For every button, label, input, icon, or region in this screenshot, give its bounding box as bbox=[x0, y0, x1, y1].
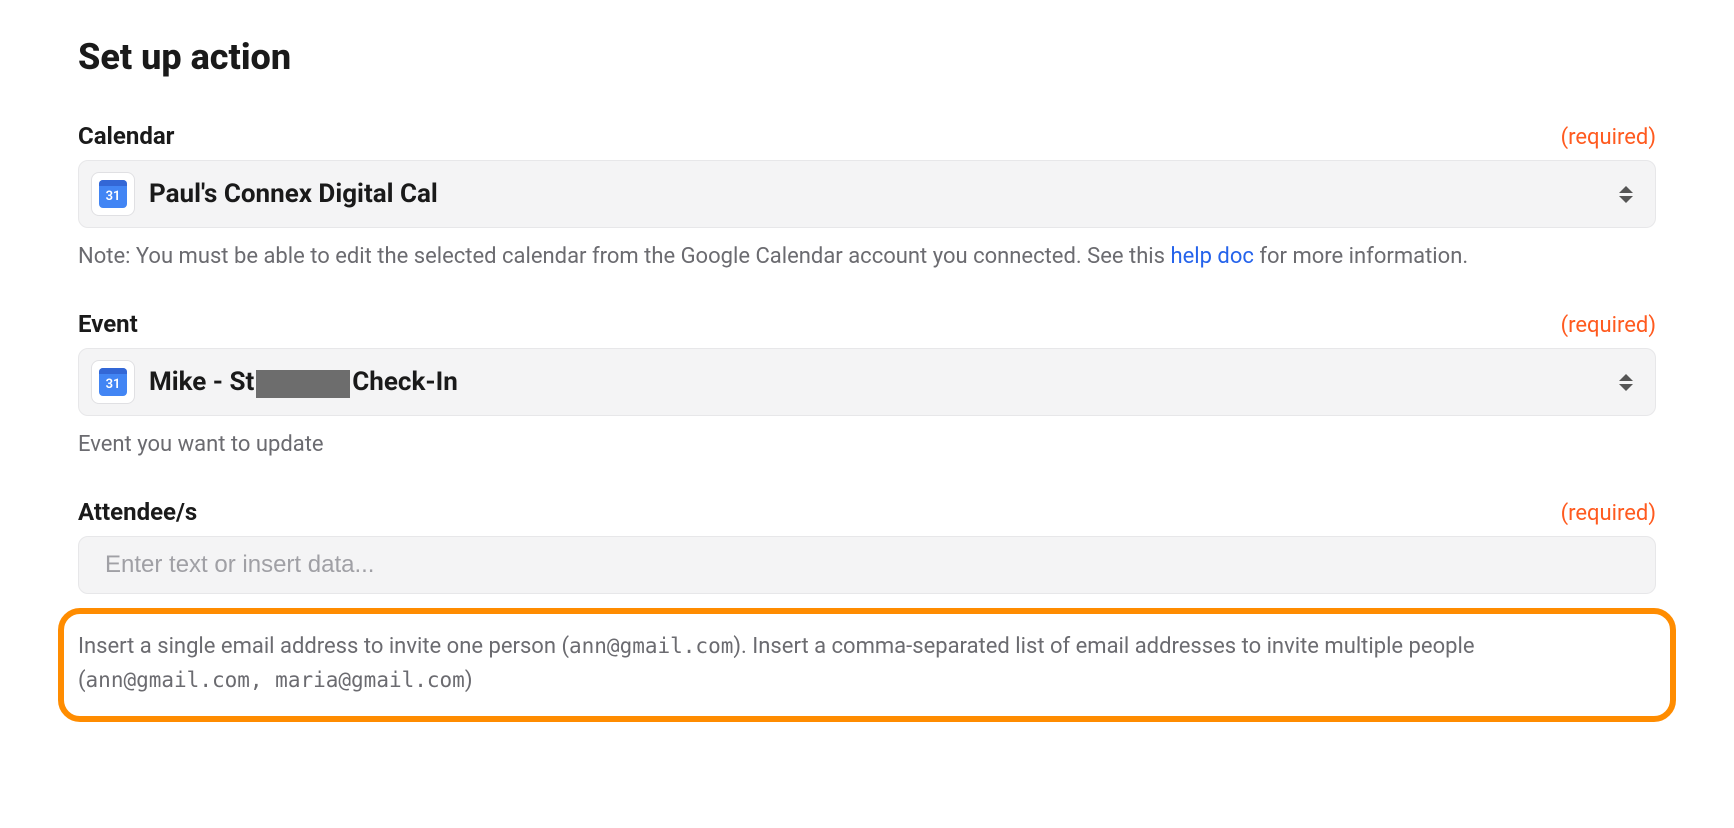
field-event: Event (required) 31 Mike - StCheck-In Ev… bbox=[78, 310, 1656, 462]
required-tag: (required) bbox=[1561, 501, 1656, 526]
required-tag: (required) bbox=[1561, 313, 1656, 338]
attendees-input-wrapper[interactable] bbox=[78, 536, 1656, 594]
calendar-help-text: Note: You must be able to edit the selec… bbox=[78, 240, 1656, 274]
calendar-select[interactable]: 31 Paul's Connex Digital Cal bbox=[78, 160, 1656, 228]
attendees-help-highlight: Insert a single email address to invite … bbox=[58, 608, 1676, 722]
event-select-value: Mike - StCheck-In bbox=[149, 367, 1617, 397]
event-label: Event bbox=[78, 310, 138, 338]
setup-action-form: Set up action Calendar (required) 31 Pau… bbox=[0, 0, 1734, 762]
help-doc-link[interactable]: help doc bbox=[1170, 244, 1253, 269]
required-tag: (required) bbox=[1561, 125, 1656, 150]
calendar-app-icon: 31 bbox=[91, 172, 135, 216]
field-calendar: Calendar (required) 31 Paul's Connex Dig… bbox=[78, 122, 1656, 274]
redacted-text bbox=[256, 370, 350, 398]
example-email-single: ann@gmail.com bbox=[569, 634, 733, 658]
field-header: Attendee/s (required) bbox=[78, 498, 1656, 526]
sort-updown-icon bbox=[1617, 183, 1635, 205]
event-help-text: Event you want to update bbox=[78, 428, 1656, 462]
field-header: Event (required) bbox=[78, 310, 1656, 338]
calendar-label: Calendar bbox=[78, 122, 174, 150]
calendar-select-value: Paul's Connex Digital Cal bbox=[149, 179, 1617, 209]
field-attendees: Attendee/s (required) Insert a single em… bbox=[78, 498, 1656, 722]
page-title: Set up action bbox=[78, 36, 1656, 78]
field-header: Calendar (required) bbox=[78, 122, 1656, 150]
event-select[interactable]: 31 Mike - StCheck-In bbox=[78, 348, 1656, 416]
google-calendar-icon: 31 bbox=[99, 180, 127, 208]
sort-updown-icon bbox=[1617, 371, 1635, 393]
example-email-multi: ann@gmail.com, maria@gmail.com bbox=[86, 668, 465, 692]
event-app-icon: 31 bbox=[91, 360, 135, 404]
attendees-input[interactable] bbox=[103, 550, 1635, 580]
attendees-label: Attendee/s bbox=[78, 498, 197, 526]
attendees-help-text: Insert a single email address to invite … bbox=[78, 630, 1656, 698]
google-calendar-icon: 31 bbox=[99, 368, 127, 396]
